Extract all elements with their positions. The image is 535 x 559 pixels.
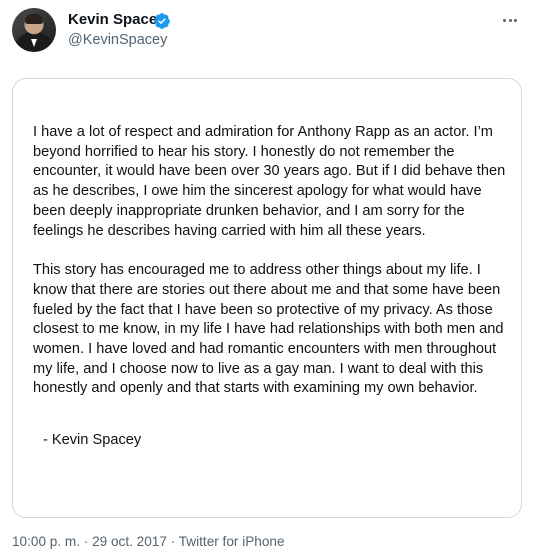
author-avatar[interactable] [12, 8, 56, 52]
more-options-button[interactable] [497, 9, 523, 31]
attached-statement-image[interactable]: I have a lot of respect and admiration f… [12, 78, 522, 518]
ellipsis-dot [513, 18, 517, 22]
statement-text: I have a lot of respect and admiration f… [33, 123, 513, 451]
verified-badge-icon [154, 13, 170, 29]
avatar-hair [25, 14, 43, 24]
author-name[interactable]: Kevin Spacey [68, 11, 166, 28]
ellipsis-dot [508, 18, 512, 22]
tweet-timestamp[interactable]: 10:00 p. m. · 29 oct. 2017 · Twitter for… [12, 534, 285, 549]
author-handle[interactable]: @KevinSpacey [68, 32, 167, 48]
statement-signature: - Kevin Spacey [43, 432, 142, 449]
ellipsis-dot [503, 18, 507, 22]
avatar-collar [31, 39, 37, 47]
statement-paragraph-1: I have a lot of respect and admiration f… [33, 124, 506, 239]
statement-paragraph-2: This story has encouraged me to address … [33, 262, 504, 397]
